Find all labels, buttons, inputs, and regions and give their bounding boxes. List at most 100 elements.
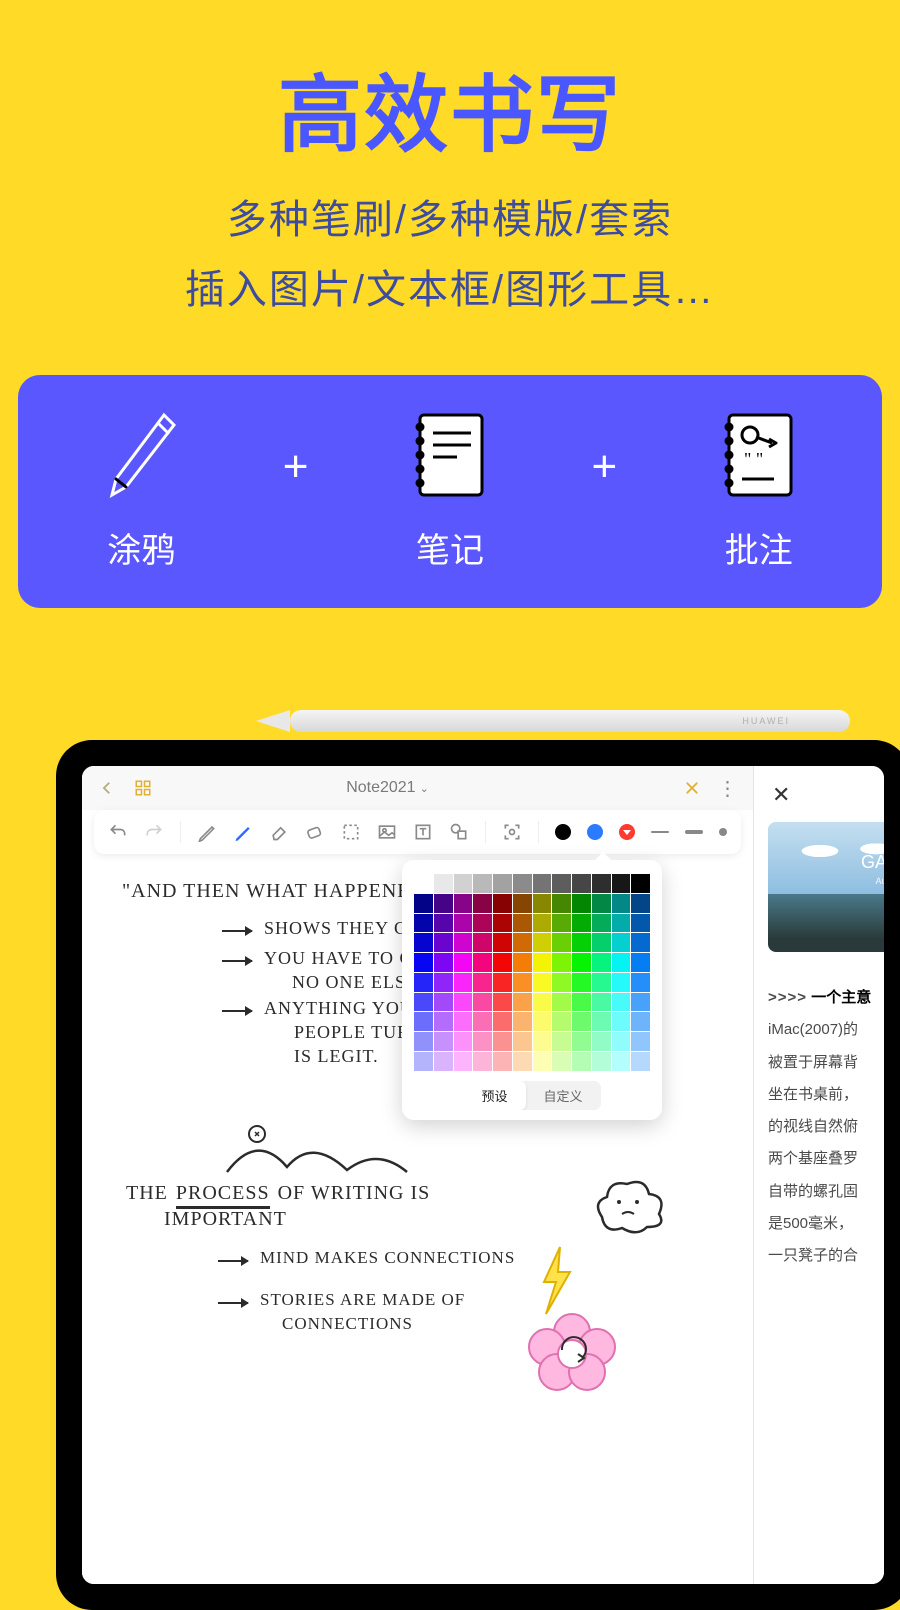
color-cell[interactable] [592,1012,611,1031]
color-cell[interactable] [513,1012,532,1031]
color-cell[interactable] [552,1032,571,1051]
color-cell[interactable] [631,993,650,1012]
color-cell[interactable] [493,914,512,933]
color-cell[interactable] [454,953,473,972]
color-cell[interactable] [592,1052,611,1071]
color-cell[interactable] [454,933,473,952]
color-cell[interactable] [592,993,611,1012]
color-cell[interactable] [513,874,532,893]
color-cell[interactable] [572,973,591,992]
color-cell[interactable] [552,894,571,913]
color-cell[interactable] [434,973,453,992]
color-cell[interactable] [631,894,650,913]
color-cell[interactable] [533,973,552,992]
color-cell[interactable] [434,914,453,933]
color-cell[interactable] [631,914,650,933]
color-cell[interactable] [612,1012,631,1031]
color-cell[interactable] [434,933,453,952]
color-cell[interactable] [612,894,631,913]
color-cell[interactable] [572,894,591,913]
color-cell[interactable] [592,914,611,933]
color-cell[interactable] [434,1052,453,1071]
color-cell[interactable] [552,1052,571,1071]
color-cell[interactable] [454,1052,473,1071]
eraser-outline-icon[interactable] [269,822,289,842]
color-cell[interactable] [414,953,433,972]
color-black-swatch[interactable] [555,824,571,840]
color-cell[interactable] [533,874,552,893]
color-cell[interactable] [533,1012,552,1031]
color-cell[interactable] [473,953,492,972]
color-cell[interactable] [513,973,532,992]
color-red-swatch[interactable] [619,824,635,840]
color-cell[interactable] [552,914,571,933]
more-icon[interactable]: ⋮ [719,779,737,797]
color-cell[interactable] [414,1012,433,1031]
preset-tab[interactable]: 预设 [463,1081,525,1110]
color-cell[interactable] [513,953,532,972]
color-cell[interactable] [414,894,433,913]
color-cell[interactable] [552,973,571,992]
highlighter-tool-icon[interactable] [233,822,253,842]
color-cell[interactable] [612,993,631,1012]
color-cell[interactable] [592,1032,611,1051]
color-cell[interactable] [513,894,532,913]
color-cell[interactable] [612,973,631,992]
color-cell[interactable] [552,993,571,1012]
color-cell[interactable] [533,1032,552,1051]
color-cell[interactable] [513,1052,532,1071]
image-tool-icon[interactable] [377,822,397,842]
color-cell[interactable] [533,993,552,1012]
color-cell[interactable] [493,1032,512,1051]
color-cell[interactable] [631,1032,650,1051]
color-cell[interactable] [552,1012,571,1031]
color-cell[interactable] [434,953,453,972]
shape-tool-icon[interactable] [449,822,469,842]
color-cell[interactable] [493,1012,512,1031]
color-cell[interactable] [493,894,512,913]
color-cell[interactable] [572,993,591,1012]
color-cell[interactable] [493,1052,512,1071]
undo-icon[interactable] [108,822,128,842]
color-cell[interactable] [493,933,512,952]
color-cell[interactable] [414,914,433,933]
color-cell[interactable] [434,874,453,893]
color-cell[interactable] [631,1012,650,1031]
color-cell[interactable] [612,933,631,952]
color-cell[interactable] [454,914,473,933]
color-cell[interactable] [552,874,571,893]
color-cell[interactable] [434,1032,453,1051]
color-cell[interactable] [612,953,631,972]
color-cell[interactable] [612,1052,631,1071]
color-cell[interactable] [592,953,611,972]
color-cell[interactable] [631,933,650,952]
color-cell[interactable] [572,1012,591,1031]
color-cell[interactable] [533,1052,552,1071]
color-cell[interactable] [572,914,591,933]
color-cell[interactable] [493,973,512,992]
color-cell[interactable] [493,953,512,972]
color-cell[interactable] [631,953,650,972]
stroke-dot-icon[interactable] [719,828,727,836]
color-cell[interactable] [454,993,473,1012]
color-cell[interactable] [454,1012,473,1031]
color-cell[interactable] [434,1012,453,1031]
color-cell[interactable] [592,933,611,952]
color-cell[interactable] [552,953,571,972]
eraser-fill-icon[interactable] [305,822,325,842]
color-cell[interactable] [572,1032,591,1051]
color-cell[interactable] [414,1032,433,1051]
color-cell[interactable] [473,1052,492,1071]
color-cell[interactable] [473,1012,492,1031]
color-cell[interactable] [473,1032,492,1051]
color-cell[interactable] [533,914,552,933]
color-cell[interactable] [414,1052,433,1071]
pen-tool-icon[interactable] [197,822,217,842]
color-cell[interactable] [612,874,631,893]
color-cell[interactable] [513,1032,532,1051]
color-grid[interactable] [414,874,650,1071]
color-cell[interactable] [572,953,591,972]
color-cell[interactable] [572,933,591,952]
color-cell[interactable] [533,933,552,952]
color-cell[interactable] [631,973,650,992]
